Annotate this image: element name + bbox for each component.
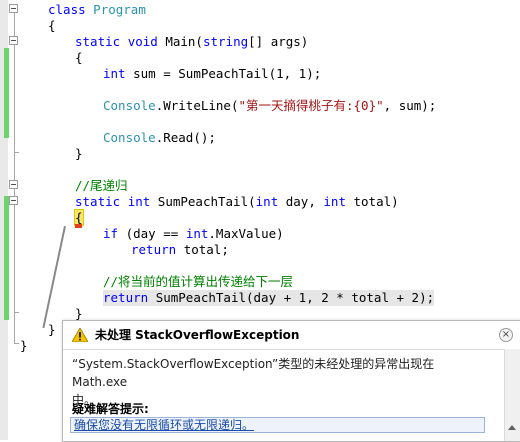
collapse-class-icon[interactable] bbox=[9, 4, 18, 13]
exception-message-line: “System.StackOverflowException”类型的未经处理的异… bbox=[72, 357, 435, 389]
code-line-1: class Program bbox=[48, 2, 146, 17]
outline-end bbox=[14, 343, 19, 344]
troubleshooting-tips-list: 确保您没有无限循环或无限递归。 bbox=[70, 417, 485, 433]
code-line-2: { bbox=[48, 18, 56, 33]
warning-icon bbox=[72, 328, 88, 342]
change-tracking-bar bbox=[4, 48, 9, 138]
code-line-4: { bbox=[75, 50, 83, 65]
code-line-14: //将当前的值计算出传递给下一层 bbox=[103, 274, 294, 289]
popup-scrollbar[interactable] bbox=[504, 349, 520, 441]
code-line-8: } bbox=[75, 146, 83, 161]
collapse-comment-icon[interactable] bbox=[9, 180, 18, 189]
exception-assistant-popup[interactable]: 未处理 StackOverflowException × “System.Sta… bbox=[62, 320, 520, 442]
exception-leader-line bbox=[42, 226, 66, 329]
current-statement-marker bbox=[75, 224, 82, 228]
code-line-18: } bbox=[20, 338, 28, 353]
code-line-9: //尾递归 bbox=[75, 178, 128, 193]
collapse-method-icon[interactable] bbox=[9, 196, 18, 205]
code-line-15: return SumPeachTail(day + 1, 2 * total +… bbox=[103, 290, 435, 306]
code-line-3: static void Main(string[] args) bbox=[75, 34, 309, 49]
code-line-6: Console.WriteLine("第一天摘得桃子有:{0}", sum); bbox=[103, 98, 437, 113]
outline-guide bbox=[14, 13, 15, 343]
code-line-12: if (day == int.MaxValue) bbox=[103, 226, 284, 241]
close-button[interactable]: × bbox=[499, 328, 513, 342]
code-line-17: } bbox=[48, 322, 56, 337]
scroll-up-icon[interactable] bbox=[508, 425, 516, 430]
code-line-10: static int SumPeachTail(int day, int tot… bbox=[75, 194, 399, 209]
tip-link[interactable]: 确保您没有无限循环或无限递归。 bbox=[74, 418, 254, 432]
change-tracking-bar bbox=[4, 196, 9, 320]
code-line-13: return total; bbox=[131, 242, 229, 257]
troubleshooting-tips-title: 疑难解答提示: bbox=[72, 402, 149, 416]
exception-title: 未处理 StackOverflowException bbox=[95, 328, 300, 342]
brace-highlight: { bbox=[74, 209, 84, 226]
outline-end bbox=[14, 152, 19, 153]
code-line-5: int sum = SumPeachTail(1, 1); bbox=[103, 66, 322, 81]
outline-end bbox=[14, 312, 19, 313]
exception-header: 未处理 StackOverflowException × bbox=[63, 321, 520, 350]
collapse-main-icon[interactable] bbox=[9, 36, 18, 45]
code-line-7: Console.Read(); bbox=[103, 130, 216, 145]
